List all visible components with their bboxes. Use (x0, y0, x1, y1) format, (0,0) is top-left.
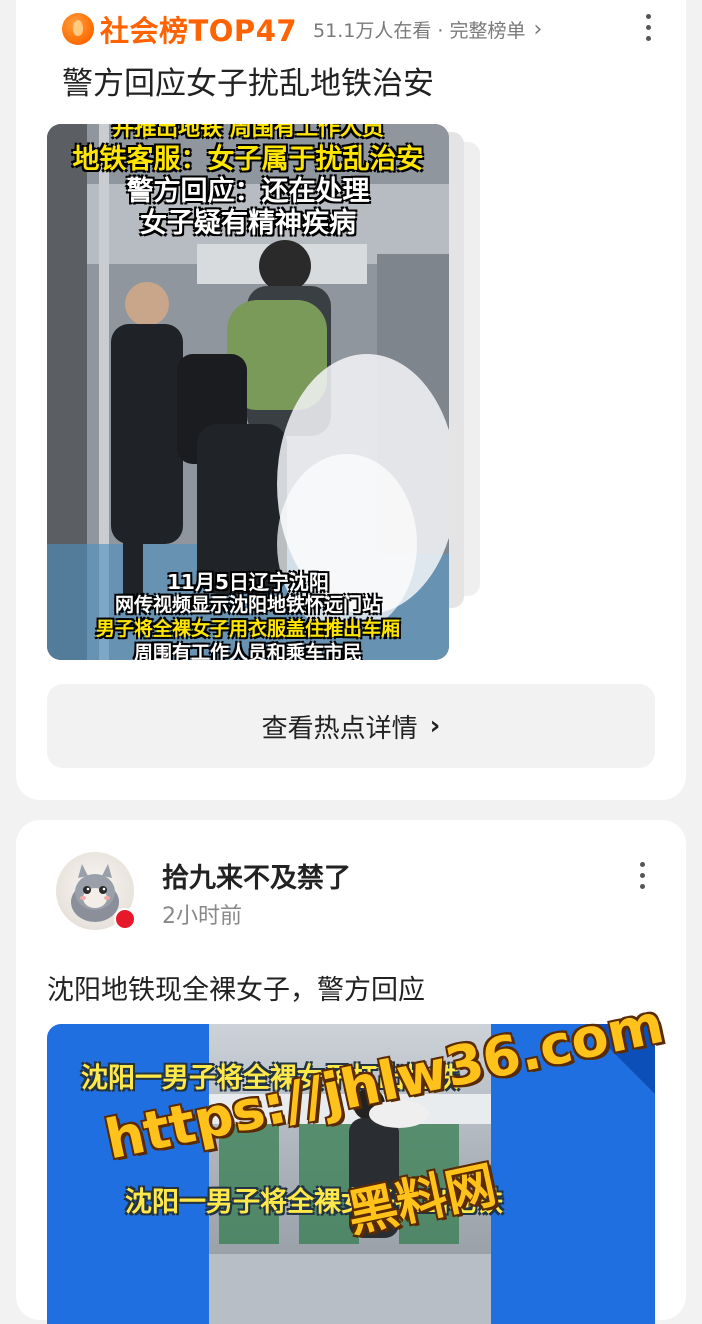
image-caption-line: 11月5日辽宁沈阳 (167, 570, 329, 594)
image-caption-line: 女子疑有精神疾病 (140, 208, 356, 239)
more-vertical-icon[interactable] (638, 862, 646, 889)
rank-meta[interactable]: 51.1万人在看 · 完整榜单 (313, 16, 525, 43)
separator: · (437, 19, 444, 42)
news-video-thumbnail[interactable]: 并推出地铁 周围有工作人员 地铁客服：女子属于扰乱治安 警方回应：还在处理 女子… (47, 124, 449, 660)
detail-button-label: 查看热点详情 (261, 713, 418, 744)
image-caption-line: 警方回应：还在处理 (126, 176, 370, 207)
fire-icon (62, 13, 94, 45)
more-vertical-icon[interactable] (644, 14, 652, 41)
rank-label[interactable]: 社会榜TOP47 (100, 8, 297, 50)
full-list-link[interactable]: 完整榜单 (450, 20, 526, 42)
rank-header[interactable]: 社会榜TOP47 51.1万人在看 · 完整榜单 › (62, 12, 543, 48)
post-time: 2小时前 (162, 904, 242, 929)
chevron-right-icon: › (429, 711, 441, 741)
chevron-right-icon[interactable]: › (534, 17, 543, 42)
image-caption-line: 男子将全裸女子用衣服盖住推出车厢 (95, 618, 400, 640)
image-caption-line: 地铁客服：女子属于扰乱治安 (72, 144, 424, 175)
live-badge-icon (114, 908, 136, 930)
image-caption-line: 周围有工作人员和乘车市民 (133, 642, 362, 661)
viewer-count: 51.1万人在看 (313, 19, 432, 42)
image-caption-line: 并推出地铁 周围有工作人员 (112, 124, 384, 141)
hot-topic-card[interactable]: 社会榜TOP47 51.1万人在看 · 完整榜单 › 警方回应女子扰乱地铁治安 (16, 0, 686, 800)
hot-topic-headline[interactable]: 警方回应女子扰乱地铁治安 (62, 58, 434, 103)
image-caption-line: 网传视频显示沈阳地铁怀远门站 (114, 594, 381, 616)
post-text[interactable]: 沈阳地铁现全裸女子，警方回应 (47, 968, 425, 1007)
author-name[interactable]: 拾九来不及禁了 (162, 856, 351, 895)
view-hot-detail-button[interactable]: 查看热点详情 › (47, 684, 655, 768)
